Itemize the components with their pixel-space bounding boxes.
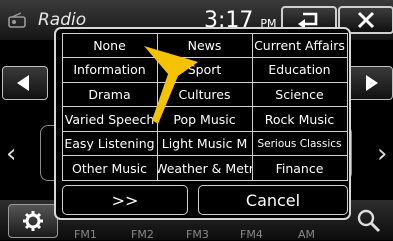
cancel-button[interactable]: Cancel — [198, 185, 348, 215]
close-icon — [357, 11, 375, 29]
category-option[interactable]: Science — [251, 81, 348, 108]
category-option[interactable]: Light Music M — [156, 130, 253, 157]
band-tab[interactable]: FM3 — [186, 228, 209, 241]
category-option[interactable]: Education — [251, 57, 348, 83]
triangle-right-icon — [366, 75, 378, 91]
settings-button[interactable] — [8, 204, 58, 238]
category-option[interactable]: Finance — [251, 155, 348, 182]
search-icon — [357, 209, 381, 233]
category-option[interactable]: Weather & Metr — [156, 155, 253, 182]
category-option[interactable]: News — [156, 32, 253, 59]
band-tab[interactable]: FM1 — [74, 228, 97, 241]
band-tab[interactable]: FM2 — [131, 228, 154, 241]
band-tab[interactable]: FM4 — [240, 228, 263, 241]
radio-icon — [8, 12, 26, 28]
category-option[interactable]: Current Affairs — [251, 32, 348, 59]
chevron-right-icon[interactable]: › — [377, 139, 387, 169]
chevron-left-icon[interactable]: ‹ — [6, 139, 16, 169]
next-page-button[interactable]: >> — [62, 185, 188, 215]
next-station-button[interactable] — [347, 66, 393, 100]
prev-station-button[interactable] — [2, 66, 48, 100]
category-option[interactable]: Easy Listening — [61, 130, 158, 157]
category-option[interactable]: Sport — [156, 57, 253, 83]
category-option[interactable]: Rock Music — [251, 106, 348, 132]
category-option[interactable]: None — [61, 32, 158, 59]
category-grid: None News Current Affairs Information Sp… — [61, 32, 348, 182]
category-option[interactable]: Serious Classics — [251, 130, 348, 157]
category-option[interactable]: Other Music — [61, 155, 158, 182]
gear-icon — [23, 211, 43, 231]
category-option[interactable]: Information — [61, 57, 158, 83]
search-button[interactable] — [346, 204, 392, 238]
category-option[interactable]: Pop Music — [156, 106, 253, 132]
category-option[interactable]: Cultures — [156, 81, 253, 108]
category-option[interactable]: Varied Speech — [61, 106, 158, 132]
band-tab[interactable]: AM — [298, 228, 315, 241]
category-option[interactable]: Drama — [61, 81, 158, 108]
triangle-left-icon — [17, 75, 29, 91]
